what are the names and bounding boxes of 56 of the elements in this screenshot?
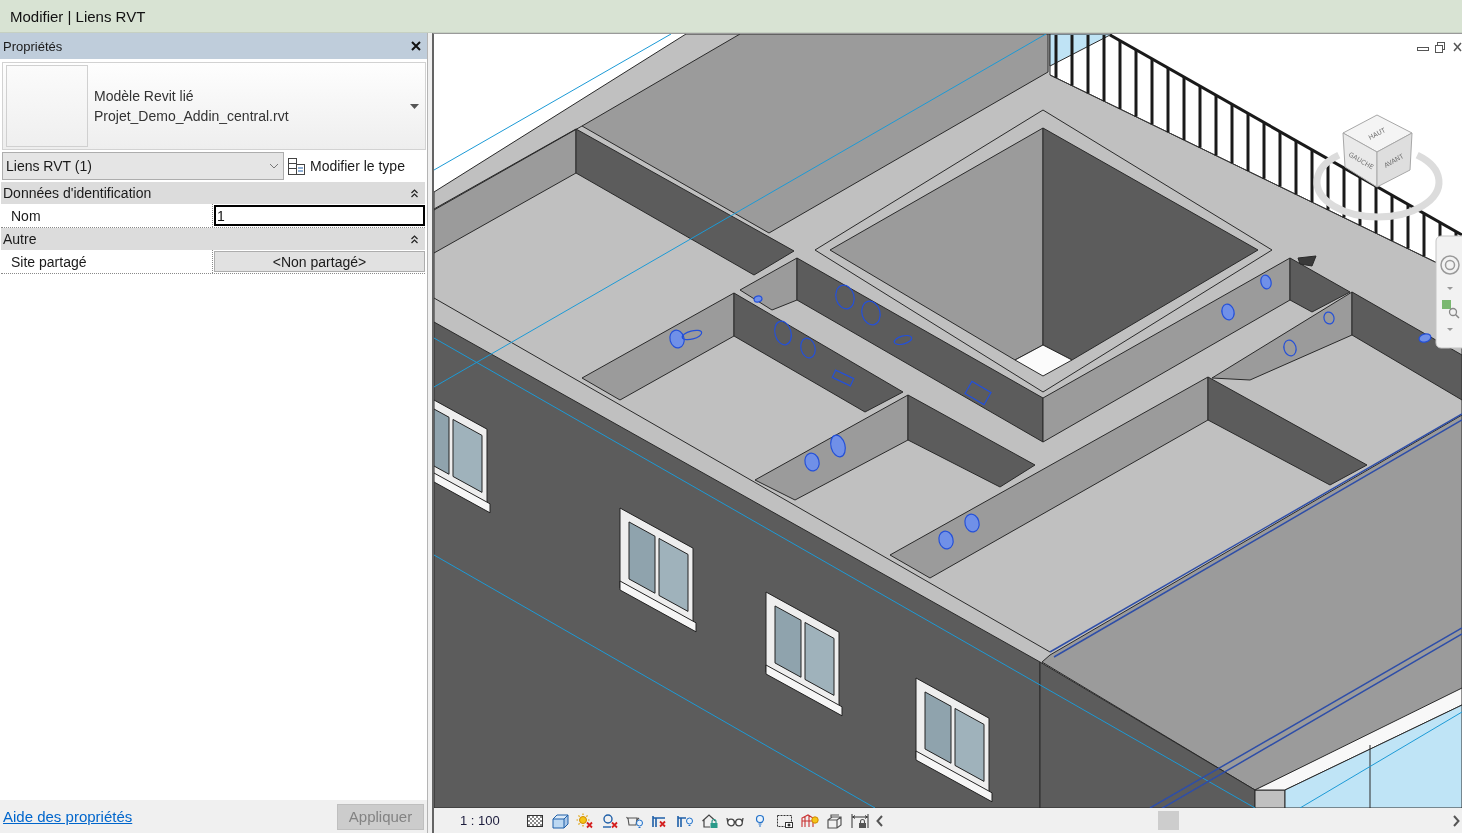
panel-title: Propriétés [3, 38, 63, 54]
type-selector[interactable]: Modèle Revit lié Projet_Demo_Addin_central.rvt [2, 62, 426, 150]
wall-opening [753, 295, 763, 303]
scale-label[interactable]: 1 : 100 [460, 813, 526, 828]
collapse-icon[interactable] [411, 234, 418, 244]
building-bulb-icon[interactable] [801, 812, 819, 829]
help-link[interactable]: Aide des propriétés [3, 808, 133, 825]
section-marker [1297, 255, 1317, 267]
restore-icon[interactable] [1435, 42, 1445, 53]
checkered-square-icon[interactable] [526, 812, 544, 829]
type-family-name: Modèle Revit lié [94, 88, 195, 104]
wall-opening [1418, 333, 1432, 343]
property-value-button[interactable]: <Non partagé> [214, 251, 425, 272]
wall-opening [1323, 311, 1335, 325]
wall-opening [1260, 274, 1272, 290]
sun-cross-icon[interactable] [576, 812, 594, 829]
group-header[interactable]: Autre [1, 228, 425, 250]
wall-opening [893, 334, 913, 346]
property-label: Nom [1, 204, 213, 227]
property-value-field[interactable]: 1 [214, 205, 425, 226]
wall-opening [774, 320, 792, 346]
minimize-icon[interactable] [1417, 47, 1429, 51]
wall-opening [964, 380, 992, 406]
chevron-right-icon[interactable] [1452, 814, 1460, 827]
window-title: Modifier | Liens RVT [10, 7, 146, 25]
house-lock-icon[interactable] [701, 812, 719, 829]
compass-ring[interactable] [1313, 152, 1443, 221]
boxes-icon[interactable] [826, 812, 844, 829]
close-icon[interactable] [1453, 42, 1462, 52]
edit-type-button[interactable]: Modifier le type [284, 152, 426, 180]
property-label: Site partagé [1, 250, 213, 273]
scrollbar-thumb[interactable] [1158, 811, 1179, 830]
wall-opening [1283, 339, 1297, 357]
magnifier-cross-icon[interactable] [601, 812, 619, 829]
wall-opening [938, 530, 954, 550]
zoom-icon[interactable] [1442, 300, 1460, 319]
box-icon[interactable] [551, 812, 569, 829]
camera-frame-icon[interactable] [776, 812, 794, 829]
wall-opening [800, 337, 816, 359]
wall-opening [861, 300, 881, 326]
close-icon[interactable] [411, 41, 421, 51]
wall-opening [964, 513, 980, 533]
instance-filter-dropdown[interactable]: Liens RVT (1) [2, 152, 284, 180]
dropdown-caret-icon[interactable] [410, 103, 419, 109]
chevron-down-icon[interactable] [269, 163, 279, 169]
wall-opening [835, 284, 855, 310]
group-header[interactable]: Données d'identification [1, 182, 425, 204]
collapse-icon[interactable] [411, 188, 418, 198]
chevron-left-icon[interactable] [876, 814, 884, 827]
wall-opening [804, 452, 820, 472]
wall-opening [831, 369, 855, 387]
sheet-icon [288, 157, 305, 175]
dimension-lock-icon[interactable] [851, 812, 869, 829]
type-name: Projet_Demo_Addin_central.rvt [94, 108, 290, 124]
wall-opening [1221, 303, 1235, 321]
wall-opening [830, 434, 846, 458]
